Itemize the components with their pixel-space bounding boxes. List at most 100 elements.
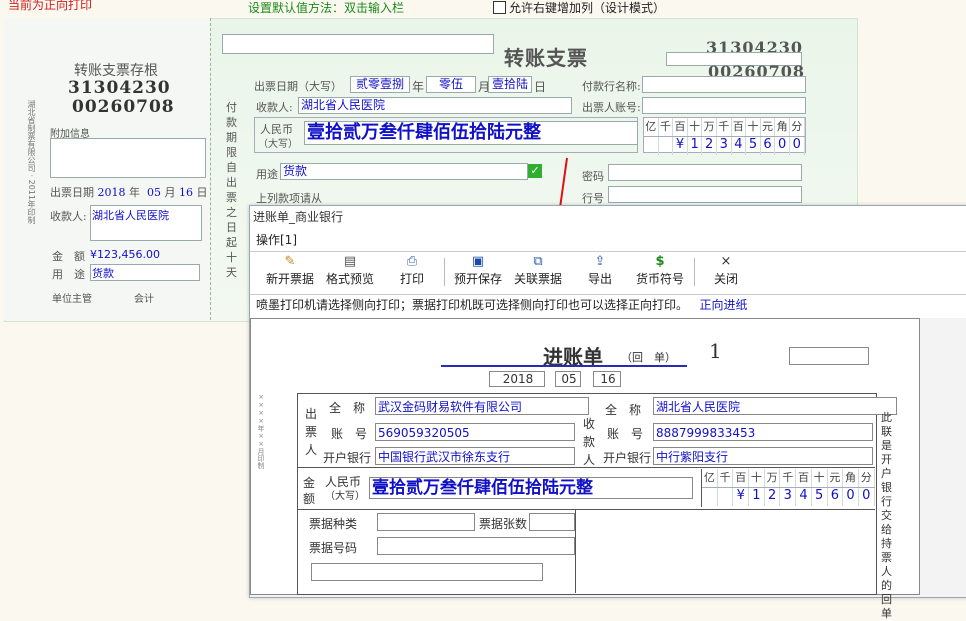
close-label: 关闭 — [713, 272, 738, 286]
digit-header-cell: 百 — [796, 469, 812, 487]
stub-number: 00260708 — [72, 97, 175, 117]
stub-manager-label: 单位主管 — [52, 294, 92, 305]
deposit-amount-upper-field[interactable]: 壹拾贰万叁仟肆佰伍拾陆元整 — [369, 477, 693, 499]
preview-icon: ▤ — [343, 254, 357, 269]
day-unit: 日 — [534, 80, 547, 94]
forward-feed-link[interactable]: 正向进纸 — [699, 298, 747, 312]
payee-name-field[interactable]: 湖北省人民医院 — [653, 397, 897, 415]
link-documents-button[interactable]: ⧉ 关联票据 — [510, 254, 566, 290]
presave-button[interactable]: ▣ 预开保存 — [450, 254, 506, 290]
bill-number-label: 票据号码 — [309, 541, 358, 555]
deposit-month-field[interactable]: 05 — [555, 371, 581, 387]
title-underline — [441, 365, 687, 367]
new-document-button[interactable]: ✎ 新开票据 — [262, 254, 318, 290]
export-label: 导出 — [587, 272, 612, 286]
stub-payee-field[interactable]: 湖北省人民医院 — [90, 205, 202, 241]
payee-account-field[interactable]: 8887999833453 — [653, 423, 873, 441]
perforation-line — [210, 18, 211, 320]
line-number-field[interactable] — [608, 186, 802, 203]
drawer-account-label: 出票人账号: — [582, 101, 641, 114]
deposit-top-right-field[interactable] — [789, 347, 869, 365]
drawer-account-field[interactable] — [642, 97, 806, 114]
digit-header-cell: 角 — [775, 118, 790, 136]
digit-value-cell: 6 — [828, 488, 844, 506]
table-divider — [297, 467, 875, 468]
menu-operations[interactable]: 操作[1] — [250, 230, 297, 250]
checkbox-box[interactable] — [493, 1, 506, 14]
digit-header-cell: 元 — [828, 469, 844, 487]
remark-field[interactable] — [311, 563, 543, 581]
digit-header-cell: 千 — [780, 469, 797, 487]
cheque-date-label: 出票日期（大写） — [254, 80, 342, 93]
bill-type-field[interactable] — [377, 513, 475, 531]
close-button[interactable]: × 关闭 — [706, 254, 746, 290]
digit-value-cell: ¥ — [673, 137, 688, 155]
allow-add-column-label: 允许右键增加列（设计模式） — [509, 1, 666, 15]
digit-value-cell: ¥ — [733, 488, 750, 506]
bill-number-field[interactable] — [377, 537, 575, 555]
cheque-payee-field[interactable]: 湖北省人民医院 — [298, 97, 572, 114]
payer-label: 出票人 — [305, 407, 318, 457]
deposit-day-field[interactable]: 16 — [593, 371, 621, 387]
stub-note-field[interactable] — [50, 138, 206, 178]
stub-usage-field[interactable]: 货款 — [90, 264, 200, 281]
dialog-title: 进账单_商业银行 — [250, 206, 966, 228]
usage-field[interactable]: 货款 — [280, 163, 528, 180]
bank-name-field[interactable] — [642, 76, 806, 93]
default-value-hint: 设置默认值方法：双击输入栏 — [248, 1, 405, 15]
digit-header-cell: 亿 — [702, 469, 718, 487]
currency-icon: $ — [655, 254, 665, 269]
bank-name-label: 付款行名称: — [582, 80, 641, 93]
digit-header-cell: 十 — [688, 118, 703, 136]
digit-header-cell: 千 — [659, 118, 674, 136]
currency-button[interactable]: $ 货币符号 — [632, 254, 688, 290]
cheque-year-field[interactable]: 贰零壹捌 — [350, 76, 410, 93]
digit-header-cell: 百 — [673, 118, 688, 136]
cheque-header-field[interactable] — [222, 34, 494, 54]
save-icon: ▣ — [471, 254, 485, 269]
payee-bank-field[interactable]: 中行紫阳支行 — [653, 447, 873, 465]
digit-value-cell: 1 — [749, 488, 765, 506]
password-label: 密码 — [582, 170, 604, 183]
digit-header-cell: 万 — [765, 469, 781, 487]
print-button[interactable]: ⎙ 打印 — [392, 254, 432, 290]
password-field[interactable] — [608, 164, 802, 181]
digit-value-cell — [718, 488, 734, 506]
payment-term-vertical: 付款期限自出票之日起十天 — [226, 101, 237, 279]
bill-type-label: 票据种类 — [309, 517, 358, 531]
stub-accountant-label: 会计 — [134, 294, 154, 305]
digit-value-cell: 0 — [843, 488, 859, 506]
payer-account-field[interactable]: 569059320505 — [375, 423, 575, 441]
deposit-side-note: 此联是开户银行交给持票人的回单 — [881, 411, 892, 620]
payer-bank-label: 开户银行 — [323, 451, 372, 465]
amount-upper-field[interactable]: 壹拾贰万叁仟肆佰伍拾陆元整 — [304, 121, 638, 145]
cheque-day-field[interactable]: 壹拾陆 — [488, 76, 532, 93]
stub-code: 31304230 — [68, 78, 171, 98]
new-document-label: 新开票据 — [265, 272, 314, 286]
preview-button[interactable]: ▤ 格式预览 — [322, 254, 378, 290]
digit-header-cell: 元 — [761, 118, 776, 136]
cheque-month-field[interactable]: 零伍 — [426, 76, 476, 93]
digit-header-row: 亿千百十万千百十元角分 — [644, 118, 805, 137]
digit-header-cell: 百 — [732, 118, 747, 136]
payer-name-field[interactable]: 武汉金码财易软件有限公司 — [375, 397, 589, 415]
export-icon: ⇪ — [594, 254, 606, 269]
digit-header-cell: 十 — [749, 469, 765, 487]
payee-bank-label: 开户银行 — [603, 451, 652, 465]
digit-value-cell: 3 — [780, 488, 797, 506]
digit-header-cell: 千 — [717, 118, 732, 136]
allow-add-column-checkbox[interactable]: 允许右键增加列（设计模式） — [493, 0, 665, 16]
export-button[interactable]: ⇪ 导出 — [580, 254, 620, 290]
amount-label: 金额 — [303, 476, 316, 506]
digit-header-cell: 十 — [812, 469, 828, 487]
year-unit: 年 — [412, 80, 425, 94]
bill-count-field[interactable] — [529, 513, 575, 531]
digit-value-cell: 2 — [702, 137, 717, 155]
deposit-rmb-sub: （大写） — [325, 491, 365, 502]
deposit-year-field[interactable]: 2018 — [489, 371, 545, 387]
payer-bank-field[interactable]: 中国银行武汉市徐东支行 — [375, 447, 575, 465]
digit-value-cell: 3 — [717, 137, 732, 155]
check-icon[interactable]: ✓ — [528, 164, 542, 178]
digit-header-cell: 分 — [790, 118, 805, 136]
digit-value-cell: 2 — [765, 488, 781, 506]
